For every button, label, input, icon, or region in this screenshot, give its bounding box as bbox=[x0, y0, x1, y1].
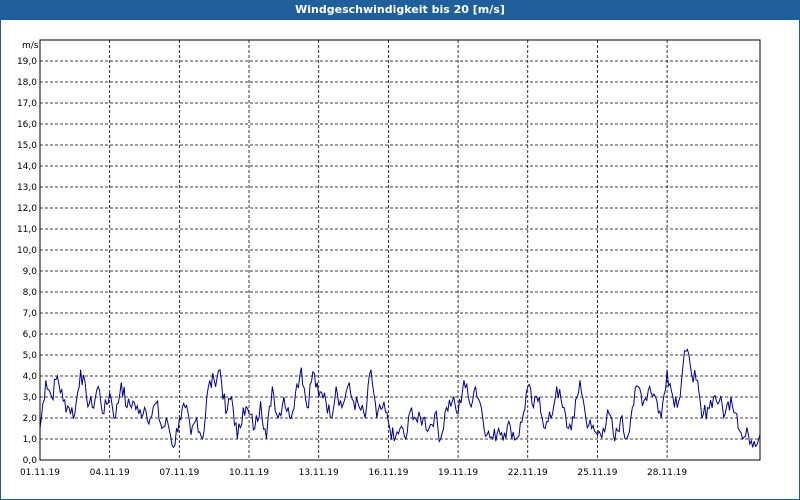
y-tick-label: 2,0 bbox=[23, 414, 38, 424]
y-tick-label: 9,0 bbox=[23, 267, 38, 277]
x-axis-ticks: 01.11.19 04.11.19 07.11.19 10.11.19 13.11.19… bbox=[20, 468, 687, 478]
y-tick-label: 18,0 bbox=[17, 78, 37, 88]
wind-speed-chart: 0,0 1,0 2,0 3,0 4,0 5,0 6,0 7,0 8,0 9,0 10,0 11,0 12… bbox=[17, 39, 761, 478]
x-tick-label: 16.11.19 bbox=[368, 468, 408, 478]
y-tick-label: 1,0 bbox=[23, 435, 38, 445]
y-tick-label: 12,0 bbox=[17, 204, 37, 214]
y-tick-label: 14,0 bbox=[17, 162, 37, 172]
x-tick-label: 01.11.19 bbox=[20, 468, 60, 478]
x-tick-label: 04.11.19 bbox=[90, 468, 130, 478]
x-tick-label: 10.11.19 bbox=[229, 468, 269, 478]
y-tick-label: 11,0 bbox=[17, 225, 37, 235]
grid-lines bbox=[40, 40, 760, 460]
y-tick-label: 8,0 bbox=[23, 288, 38, 298]
y-tick-label: 10,0 bbox=[17, 246, 37, 256]
y-tick-label: 17,0 bbox=[17, 99, 37, 109]
y-tick-label: 3,0 bbox=[23, 393, 38, 403]
x-tick-label: 19.11.19 bbox=[438, 468, 478, 478]
y-axis-label: m/s bbox=[22, 41, 39, 51]
y-tick-label: 19,0 bbox=[17, 57, 37, 67]
x-tick-label: 13.11.19 bbox=[299, 468, 339, 478]
y-tick-label: 4,0 bbox=[23, 372, 38, 382]
x-tick-label: 28.11.19 bbox=[647, 468, 687, 478]
y-tick-label: 7,0 bbox=[23, 309, 38, 319]
y-tick-label: 13,0 bbox=[17, 183, 37, 193]
y-tick-label: 5,0 bbox=[23, 351, 38, 361]
y-axis-ticks: 0,0 1,0 2,0 3,0 4,0 5,0 6,0 7,0 8,0 9,0 10,0 11,0 12… bbox=[17, 57, 37, 466]
x-tick-label: 22.11.19 bbox=[508, 468, 548, 478]
x-tick-label: 25.11.19 bbox=[577, 468, 617, 478]
x-tick-label: 07.11.19 bbox=[159, 468, 199, 478]
y-tick-label: 15,0 bbox=[17, 141, 37, 151]
y-tick-label: 0,0 bbox=[23, 456, 38, 466]
y-tick-label: 6,0 bbox=[23, 330, 38, 340]
y-tick-label: 16,0 bbox=[17, 120, 37, 130]
